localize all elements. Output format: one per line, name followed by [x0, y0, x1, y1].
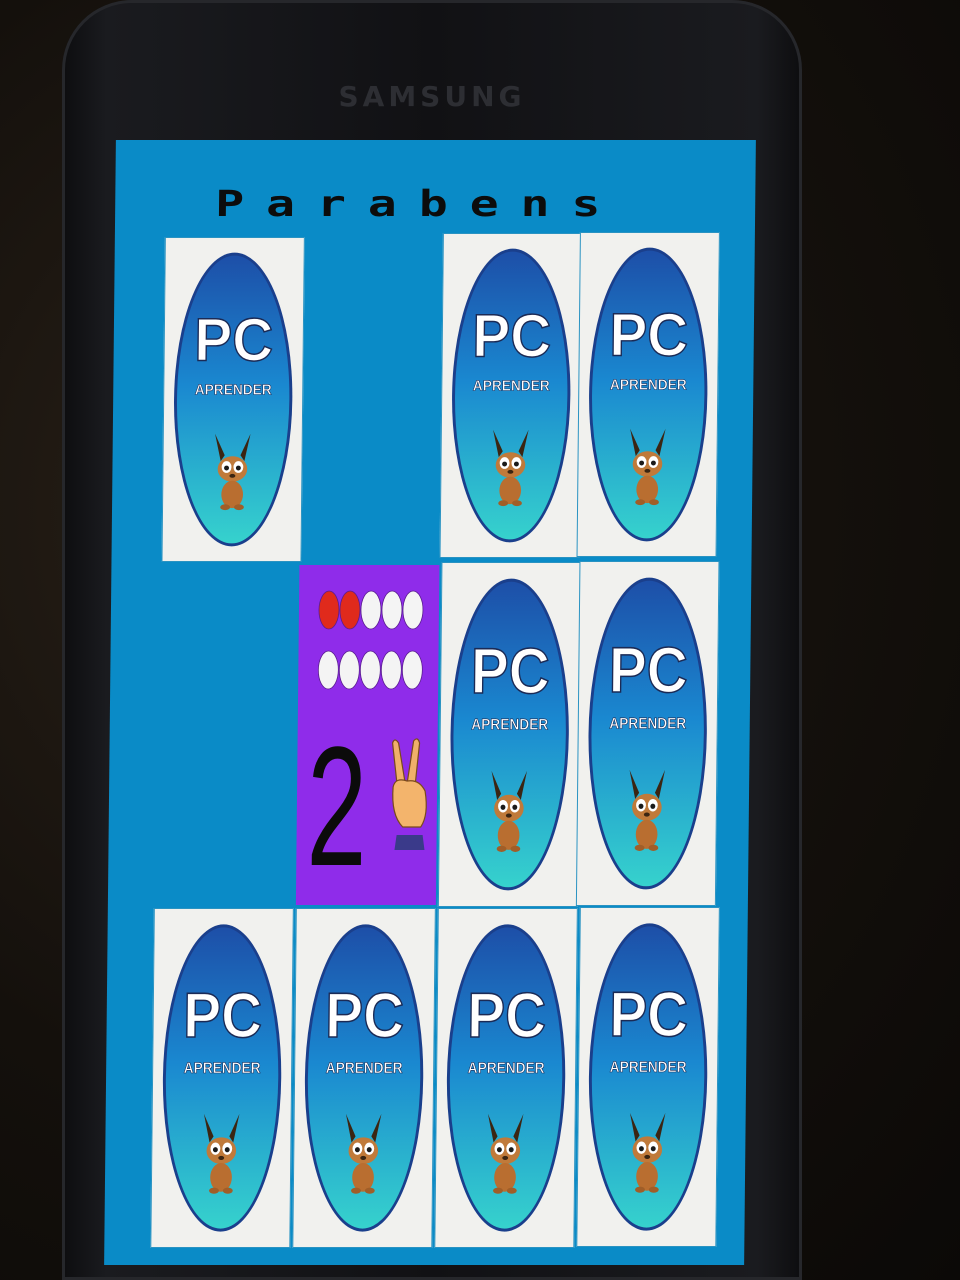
- memory-card-back[interactable]: PC APRENDER: [439, 233, 583, 558]
- pc-logo-text: PC: [325, 981, 405, 1051]
- aprender-text: APRENDER: [468, 1060, 545, 1077]
- number-two-card: 2: [306, 590, 427, 902]
- memory-card-back[interactable]: PC APRENDER: [576, 907, 720, 1247]
- memory-card-back[interactable]: PC APRENDER: [161, 237, 305, 562]
- aprender-text: APRENDER: [195, 383, 272, 399]
- aprender-text: APRENDER: [184, 1060, 261, 1077]
- pc-aprender-logo-icon: PC APRENDER: [304, 924, 424, 1232]
- pc-logo-text: PC: [194, 306, 274, 374]
- pc-aprender-logo-icon: PC APRENDER: [450, 578, 569, 891]
- pc-aprender-logo-icon: PC APRENDER: [588, 577, 707, 890]
- aprender-text: APRENDER: [326, 1060, 403, 1077]
- game-title: Parabens: [215, 182, 623, 225]
- number-numeral: 2: [306, 712, 368, 902]
- counting-dot: [401, 650, 423, 690]
- aprender-text: APRENDER: [471, 716, 548, 733]
- counting-dot: [317, 650, 339, 690]
- pc-logo-text: PC: [183, 981, 263, 1051]
- pc-logo-text: PC: [609, 301, 689, 369]
- pc-logo-text: PC: [609, 980, 689, 1050]
- pc-aprender-logo-icon: PC APRENDER: [162, 924, 282, 1232]
- aprender-text: APRENDER: [610, 1059, 687, 1076]
- counting-dot: [338, 650, 360, 690]
- memory-card-revealed[interactable]: 2: [295, 565, 440, 905]
- counting-dot: [381, 590, 403, 630]
- pc-logo-text: PC: [609, 634, 689, 706]
- aprender-text: APRENDER: [473, 379, 550, 395]
- pc-aprender-logo-icon: PC APRENDER: [452, 248, 571, 543]
- pc-aprender-logo-icon: PC APRENDER: [174, 252, 293, 547]
- counting-dot: [318, 590, 340, 630]
- counting-dot: [339, 590, 361, 630]
- counting-dot: [359, 650, 381, 690]
- aprender-text: APRENDER: [609, 715, 686, 732]
- device-brand: SAMSUNG: [338, 80, 526, 113]
- pc-logo-text: PC: [471, 635, 551, 707]
- counting-dot: [402, 590, 424, 630]
- aprender-text: APRENDER: [610, 378, 687, 394]
- pc-aprender-logo-icon: PC APRENDER: [589, 247, 708, 542]
- counting-dot: [380, 650, 402, 690]
- memory-card-back[interactable]: PC APRENDER: [576, 232, 720, 557]
- pc-aprender-logo-icon: PC APRENDER: [446, 924, 566, 1232]
- pc-logo-text: PC: [467, 981, 547, 1051]
- memory-card-back[interactable]: PC APRENDER: [437, 562, 582, 907]
- pc-aprender-logo-icon: PC APRENDER: [588, 923, 708, 1231]
- memory-card-back[interactable]: PC APRENDER: [150, 908, 294, 1248]
- memory-card-back[interactable]: PC APRENDER: [434, 908, 578, 1248]
- counting-dot: [360, 590, 382, 630]
- two-fingers-hand-icon: [391, 738, 427, 850]
- memory-card-back[interactable]: PC APRENDER: [292, 908, 436, 1248]
- memory-card-back[interactable]: PC APRENDER: [575, 561, 720, 906]
- pc-logo-text: PC: [472, 302, 552, 370]
- game-screen: Parabens PC APRENDER PC APRENDER PC APRE…: [104, 140, 756, 1265]
